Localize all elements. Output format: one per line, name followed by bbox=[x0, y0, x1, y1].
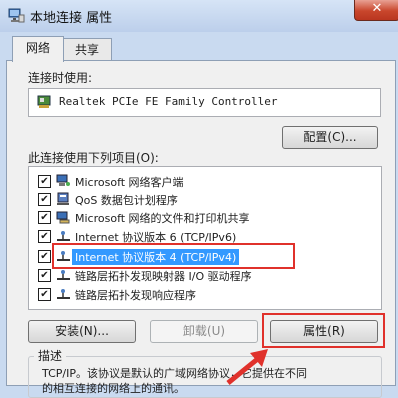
list-item[interactable]: ✔ Microsoft 网络客户端 bbox=[29, 173, 377, 190]
highlight-box-ipv4 bbox=[52, 243, 295, 269]
checkbox[interactable]: ✔ bbox=[38, 230, 51, 243]
network-connection-icon bbox=[7, 6, 25, 27]
close-button[interactable]: ✕ bbox=[354, 0, 398, 21]
network-adapter-icon bbox=[37, 95, 53, 112]
adapter-field: Realtek PCIe FE Family Controller bbox=[28, 88, 381, 117]
components-list[interactable]: ✔ Microsoft 网络客户端 ✔ QoS 数据包计划程序 ✔ Micros… bbox=[28, 166, 382, 310]
network-client-icon bbox=[56, 174, 71, 191]
item-label: QoS 数据包计划程序 bbox=[75, 194, 178, 207]
checkbox[interactable]: ✔ bbox=[38, 250, 51, 263]
qos-icon bbox=[56, 192, 71, 209]
item-label: 链路层拓扑发现映射器 I/O 驱动程序 bbox=[75, 270, 252, 283]
checkbox[interactable]: ✔ bbox=[38, 211, 51, 224]
description-text-line-2: 的相互连接的网络上的通讯。 bbox=[42, 382, 185, 395]
item-label: Microsoft 网络客户端 bbox=[75, 176, 184, 189]
checkbox[interactable]: ✔ bbox=[38, 175, 51, 188]
configure-button[interactable]: 配置(C)... bbox=[282, 126, 378, 149]
item-label: 链路层拓扑发现响应程序 bbox=[75, 289, 196, 302]
checkbox[interactable]: ✔ bbox=[38, 193, 51, 206]
checkbox[interactable]: ✔ bbox=[38, 288, 51, 301]
tab-network[interactable]: 网络 bbox=[12, 36, 64, 62]
install-button[interactable]: 安装(N)... bbox=[28, 320, 136, 343]
red-arrow-icon bbox=[226, 349, 268, 385]
tab-sharing[interactable]: 共享 bbox=[62, 38, 112, 61]
window-title: 本地连接 属性 bbox=[30, 11, 113, 26]
list-item[interactable]: ✔ 链路层拓扑发现映射器 I/O 驱动程序 bbox=[29, 267, 377, 284]
highlight-box-properties bbox=[262, 313, 385, 348]
uninstall-button[interactable]: 卸载(U) bbox=[150, 320, 258, 343]
adapter-name: Realtek PCIe FE Family Controller bbox=[59, 95, 278, 108]
checkbox[interactable]: ✔ bbox=[38, 269, 51, 282]
description-title: 描述 bbox=[34, 347, 67, 364]
item-label: Microsoft 网络的文件和打印机共享 bbox=[75, 212, 250, 225]
list-item[interactable]: ✔ Microsoft 网络的文件和打印机共享 bbox=[29, 209, 377, 226]
protocol-icon bbox=[56, 287, 71, 304]
file-print-share-icon bbox=[56, 210, 71, 227]
list-item[interactable]: ✔ QoS 数据包计划程序 bbox=[29, 191, 377, 208]
title-bar[interactable]: 本地连接 属性 ✕ bbox=[0, 0, 398, 32]
items-label: 此连接使用下列项目(O): bbox=[28, 151, 159, 165]
list-item[interactable]: ✔ 链路层拓扑发现响应程序 bbox=[29, 286, 377, 303]
protocol-icon bbox=[56, 268, 71, 285]
connect-using-label: 连接时使用: bbox=[28, 71, 93, 85]
